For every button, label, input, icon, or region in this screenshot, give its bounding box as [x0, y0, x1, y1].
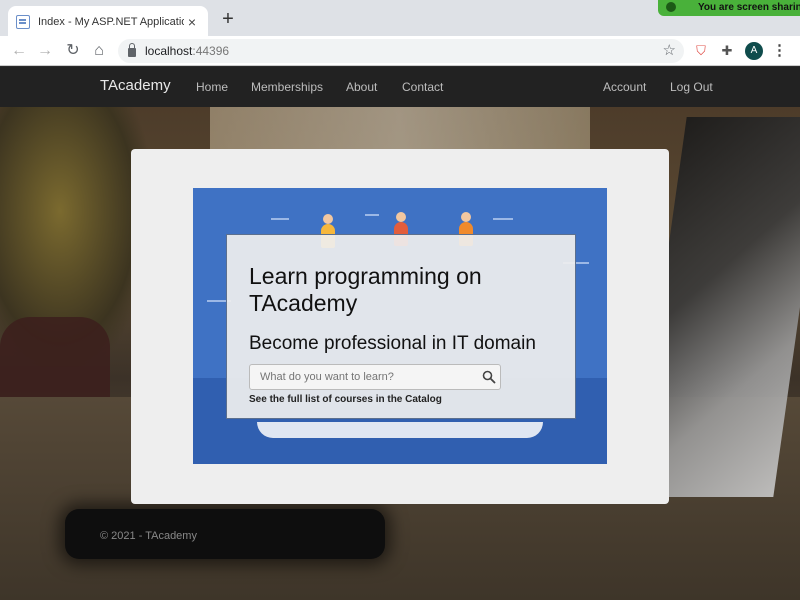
- hero-text-panel: Learn programming on TAcademy Become pro…: [226, 234, 576, 419]
- nav-home[interactable]: Home: [196, 80, 228, 94]
- star-icon[interactable]: ☆: [663, 41, 676, 59]
- person-head: [323, 214, 333, 224]
- site-navbar: TAcademy Home Memberships About Contact …: [0, 67, 800, 107]
- tab-title: Index - My ASP.NET Application: [38, 16, 184, 28]
- search-icon[interactable]: [481, 369, 497, 385]
- nav-contact[interactable]: Contact: [402, 80, 443, 94]
- lock-icon[interactable]: [128, 42, 136, 57]
- home-icon[interactable]: ⌂: [88, 40, 110, 62]
- shield-icon[interactable]: ⛉: [692, 42, 710, 60]
- new-tab-button[interactable]: +: [216, 8, 240, 32]
- browser-tabstrip: Index - My ASP.NET Application × + You a…: [0, 0, 800, 38]
- hero-illustration: Learn programming on TAcademy Become pro…: [193, 188, 607, 464]
- forward-icon[interactable]: →: [34, 40, 56, 62]
- person-head: [396, 212, 406, 222]
- page-favicon-icon: [16, 15, 30, 29]
- person-head: [461, 212, 471, 222]
- nav-logout[interactable]: Log Out: [670, 80, 713, 94]
- hero-card: Learn programming on TAcademy Become pro…: [131, 149, 669, 504]
- decor-line: [493, 218, 513, 220]
- nav-about[interactable]: About: [346, 80, 377, 94]
- hero-subtitle: Become professional in IT domain: [249, 333, 536, 354]
- decor-line: [365, 214, 379, 216]
- brand-link[interactable]: TAcademy: [100, 77, 171, 94]
- footer-copyright: © 2021 - TAcademy: [100, 530, 197, 542]
- kebab-icon[interactable]: ⋮: [772, 42, 787, 60]
- screen-share-text: You are screen sharing: [698, 2, 800, 13]
- address-bar[interactable]: localhost:44396 ☆: [118, 39, 684, 63]
- share-icon: [666, 2, 676, 12]
- course-search-input[interactable]: [249, 364, 501, 390]
- hero-section: © 2021 - TAcademy Learn programming on T…: [0, 107, 800, 600]
- hero-title: Learn programming on TAcademy: [249, 263, 482, 316]
- nav-memberships[interactable]: Memberships: [251, 80, 323, 94]
- catalog-link[interactable]: See the full list of courses in the Cata…: [249, 394, 442, 405]
- url-text: localhost:44396: [145, 44, 230, 58]
- browser-toolbar: ← → ↻ ⌂ localhost:44396 ☆ ⛉ ✚ A ⋮: [0, 36, 800, 66]
- avatar[interactable]: A: [745, 42, 763, 60]
- decor-line: [271, 218, 289, 220]
- illustration-laptop: [257, 422, 543, 438]
- screen-share-banner: You are screen sharing: [658, 0, 800, 16]
- back-icon[interactable]: ←: [8, 40, 30, 62]
- puzzle-icon[interactable]: ✚: [718, 42, 736, 60]
- reload-icon[interactable]: ↻: [62, 40, 84, 62]
- nav-account[interactable]: Account: [603, 80, 646, 94]
- tab-close-icon[interactable]: ×: [184, 14, 200, 30]
- browser-tab[interactable]: Index - My ASP.NET Application ×: [8, 6, 208, 38]
